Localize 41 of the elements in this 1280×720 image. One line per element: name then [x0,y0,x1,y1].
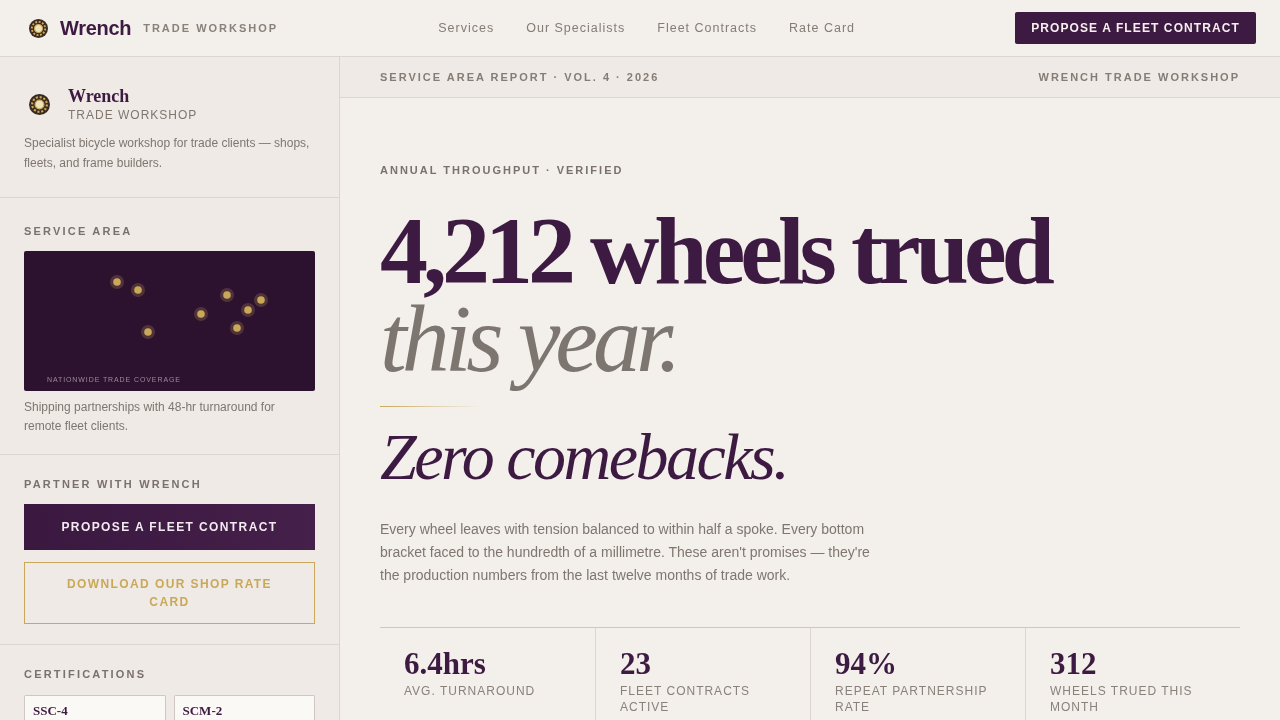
section-heading: PARTNER WITH WRENCH [24,477,203,491]
location-dot-icon [241,303,255,317]
nav-link[interactable]: Rate Card [789,21,855,35]
gear-icon [29,18,48,38]
eyebrow-text: ANNUAL THROUGHPUT · VERIFIED [380,163,625,177]
location-dot-icon [220,288,234,302]
stat-value: 6.4hrs [404,647,487,681]
stat-value: 312 [1050,647,1098,681]
body-paragraph: Every wheel leaves with tension balanced to within half a spoke. Every bottom bracket faced to the hundredth of a millimetre. These aren't promises — they're the production numbers from the last twelve months of trade work. [380,520,871,585]
certification-card: SSC-4 [24,695,166,720]
brand-name: Wrench [68,85,131,107]
location-dot-icon [254,293,268,307]
service-note: Shipping partnerships with 48-hr turnaround for remote fleet clients. [24,399,276,435]
location-dot-icon [141,325,155,339]
stat-label: REPEAT PARTNERSHIP RATE [835,683,989,715]
stat-label: AVG. TURNAROUND [404,683,537,699]
brand-description: Specialist bicycle workshop for trade clients — shops, fleets, and frame builders. [24,135,311,172]
section-heading: CERTIFICATIONS [24,667,148,681]
nav-link[interactable]: Our Specialists [526,21,626,35]
brand-name: Wrench [60,16,132,40]
brand-tagline: TRADE WORKSHOP [143,22,279,34]
location-dot-icon [194,307,208,321]
report-title: SERVICE AREA REPORT · VOL. 4 · 2026 [380,71,660,83]
section-heading: SERVICE AREA [24,224,134,238]
stat-label: WHEELS TRUED THIS MONTH [1050,683,1194,715]
report-publisher: WRENCH TRADE WORKSHOP [1038,71,1240,83]
location-dot-icon [230,321,244,335]
propose-contract-button[interactable]: PROPOSE A FLEET CONTRACT [1015,12,1256,44]
brand-tagline: TRADE WORKSHOP [68,107,198,123]
stat-value: 23 [620,647,652,681]
stat-value: 94% [835,647,898,681]
gear-icon [29,93,50,115]
location-dot-icon [110,275,124,289]
certification-card: SCM-2 [173,695,315,720]
subheadline: Zero comebacks. [380,421,789,493]
stat-label: FLEET CONTRACTS ACTIVE [620,683,752,715]
location-dot-icon [131,283,145,297]
download-rate-card-button[interactable]: DOWNLOAD OUR SHOP RATE CARD [24,562,315,624]
nav-link[interactable]: Fleet Contracts [657,21,758,35]
nav-link[interactable]: Services [438,21,495,35]
propose-contract-button[interactable]: PROPOSE A FLEET CONTRACT [24,504,315,550]
